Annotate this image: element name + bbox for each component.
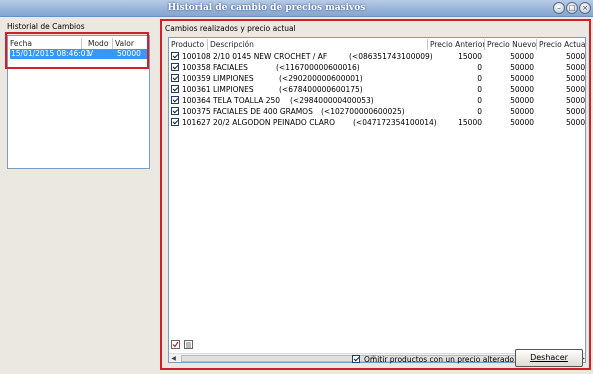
col-precio-actual[interactable]: Precio Actual xyxy=(537,39,585,50)
highlight-box-history xyxy=(5,32,149,69)
row-nuevo: 50000 xyxy=(510,63,534,72)
row-checkbox[interactable] xyxy=(171,85,179,93)
row-descripcion: FACIALES DE 400 GRAMOS xyxy=(213,107,313,116)
omit-altered-checkbox[interactable] xyxy=(352,355,360,363)
changes-grid[interactable]: Producto Descripción Precio Anterior Pre… xyxy=(168,37,586,363)
history-label: Historial de Cambios xyxy=(7,22,85,31)
col-precio-nuevo[interactable]: Precio Nuevo xyxy=(485,39,537,50)
undo-button[interactable]: Deshacer xyxy=(515,349,583,367)
table-row[interactable]: 100375 FACIALES DE 400 GRAMOS (<10270000… xyxy=(169,106,586,117)
check-all-icon[interactable] xyxy=(171,340,180,349)
row-codigo: (<290200000600001) xyxy=(279,74,363,83)
scroll-left-icon[interactable]: ◀ xyxy=(169,354,178,362)
minimize-icon[interactable]: – xyxy=(553,2,565,14)
row-nuevo: 50000 xyxy=(510,118,534,127)
table-row[interactable]: 100364 TELA TOALLA 250 (<298400000400053… xyxy=(169,95,586,106)
row-anterior: 0 xyxy=(477,74,482,83)
row-descripcion: LIMPIONES xyxy=(213,85,254,94)
row-nuevo: 50000 xyxy=(510,85,534,94)
table-row[interactable]: 100108 2/10 0145 NEW CROCHET / AF (<0863… xyxy=(169,51,586,62)
row-actual: 50000 xyxy=(566,85,586,94)
row-anterior: 15000 xyxy=(458,52,482,61)
row-producto: 100358 xyxy=(182,63,211,72)
omit-altered-label: Omitir productos con un precio alterado xyxy=(364,355,514,364)
row-descripcion: FACIALES xyxy=(213,63,248,72)
row-producto: 100108 xyxy=(182,52,211,61)
row-actual: 50000 xyxy=(566,96,586,105)
row-producto: 100359 xyxy=(182,74,211,83)
row-producto: 100361 xyxy=(182,85,211,94)
row-codigo: (<116700000600016) xyxy=(276,63,360,72)
row-nuevo: 50000 xyxy=(510,52,534,61)
uncheck-all-icon[interactable] xyxy=(184,340,193,349)
changes-panel: Cambios realizados y precio actual Produ… xyxy=(160,19,591,370)
changes-label: Cambios realizados y precio actual xyxy=(165,24,296,33)
row-actual: 50000 xyxy=(566,74,586,83)
row-anterior: 0 xyxy=(477,96,482,105)
row-descripcion: TELA TOALLA 250 xyxy=(213,96,281,105)
row-checkbox[interactable] xyxy=(171,63,179,71)
row-codigo: (<047172354100014) xyxy=(353,118,437,127)
maximize-icon[interactable]: □ xyxy=(566,2,578,14)
table-row[interactable]: 100361 LIMPIONES (<678400000600175) 0 50… xyxy=(169,84,586,95)
row-checkbox[interactable] xyxy=(171,52,179,60)
col-descripcion[interactable]: Descripción xyxy=(208,39,428,50)
row-checkbox[interactable] xyxy=(171,74,179,82)
row-codigo: (<678400000600175) xyxy=(279,85,363,94)
row-producto: 100375 xyxy=(182,107,211,116)
row-descripcion: 20/2 ALGODON PEINADO CLARO xyxy=(213,118,336,127)
row-descripcion: LIMPIONES xyxy=(213,74,254,83)
row-checkbox[interactable] xyxy=(171,107,179,115)
table-row[interactable]: 100359 LIMPIONES (<290200000600001) 0 50… xyxy=(169,73,586,84)
col-precio-anterior[interactable]: Precio Anterior xyxy=(428,39,485,50)
row-anterior: 0 xyxy=(477,107,482,116)
row-nuevo: 50000 xyxy=(510,96,534,105)
row-producto: 101627 xyxy=(182,118,211,127)
row-checkbox[interactable] xyxy=(171,118,179,126)
close-icon[interactable]: × xyxy=(579,2,591,14)
row-actual: 50000 xyxy=(566,118,586,127)
row-checkbox[interactable] xyxy=(171,96,179,104)
row-anterior: 15000 xyxy=(458,118,482,127)
row-anterior: 0 xyxy=(477,85,482,94)
row-descripcion: 2/10 0145 NEW CROCHET / AF xyxy=(213,52,328,61)
row-nuevo: 50000 xyxy=(510,74,534,83)
row-nuevo: 50000 xyxy=(510,107,534,116)
row-codigo: (<086351743100009) xyxy=(349,52,433,61)
row-codigo: (<102700000600025) xyxy=(321,107,405,116)
col-producto[interactable]: Producto xyxy=(169,39,208,50)
row-actual: 50000 xyxy=(566,52,586,61)
table-row[interactable]: 100358 FACIALES (<116700000600016) 0 500… xyxy=(169,62,586,73)
table-row[interactable]: 101627 20/2 ALGODON PEINADO CLARO (<0471… xyxy=(169,117,586,128)
row-anterior: 0 xyxy=(477,63,482,72)
title-bar: Historial de cambio de precios masivos –… xyxy=(0,0,593,17)
row-producto: 100364 xyxy=(182,96,211,105)
row-actual: 50000 xyxy=(566,63,586,72)
window-title: Historial de cambio de precios masivos xyxy=(167,3,366,13)
row-actual: 50000 xyxy=(566,107,586,116)
row-codigo: (<298400000400053) xyxy=(290,96,374,105)
